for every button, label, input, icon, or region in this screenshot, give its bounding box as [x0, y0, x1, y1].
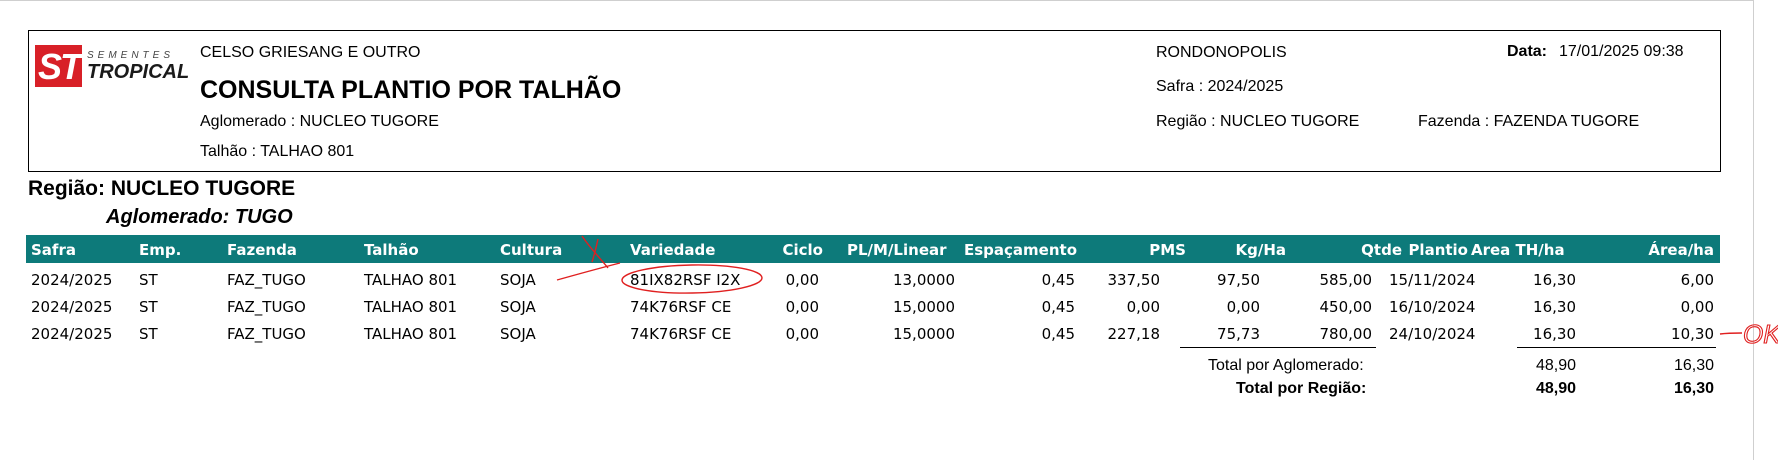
cell-variedade: 81IX82RSF I2X [630, 271, 741, 289]
cell-cultura: SOJA [500, 325, 536, 343]
date-label: Data: [1507, 43, 1548, 60]
col-pms: PMS [1149, 241, 1186, 259]
header-city: RONDONOPOLIS [1156, 44, 1287, 61]
header-safra: Safra : 2024/2025 [1156, 78, 1284, 95]
cell-variedade: 74K76RSF CE [630, 298, 732, 316]
cell-safra: 2024/2025 [31, 298, 113, 316]
totals-divider-right [1517, 347, 1716, 348]
col-kg-ha: Kg/Ha [1235, 241, 1286, 259]
header-aglomerado: Aglomerado : NUCLEO TUGORE [200, 113, 439, 130]
col-variedade: Variedade [630, 241, 716, 259]
report-title: CONSULTA PLANTIO POR TALHÃO [200, 76, 622, 104]
cell-kg-ha: 0,00 [1226, 298, 1260, 316]
cell-kg-ha: 97,50 [1217, 271, 1260, 289]
cell-fazenda: FAZ_TUGO [227, 325, 306, 343]
cell-espacamento: 0,45 [1041, 298, 1075, 316]
col-plantio: Plantio [1408, 241, 1468, 259]
company-name: CELSO GRIESANG E OUTRO [200, 44, 421, 61]
col-ciclo: Ciclo [782, 241, 824, 259]
col-pl-m-linear: PL/M/Linear [847, 241, 947, 259]
cell-plantio: 24/10/2024 [1389, 325, 1476, 343]
cell-kg-ha: 75,73 [1217, 325, 1260, 343]
page-edge-top [0, 0, 1754, 1]
totals-divider-left [1180, 347, 1376, 348]
total-aglomerado-area-th: 48,90 [1535, 357, 1576, 374]
col-talhao: Talhão [364, 241, 419, 259]
total-aglomerado-label: Total por Aglomerado: [1208, 357, 1364, 374]
cell-area-ha: 10,30 [1671, 325, 1714, 343]
cell-area-th-ha: 16,30 [1533, 325, 1576, 343]
cell-safra: 2024/2025 [31, 325, 113, 343]
header-fazenda: Fazenda : FAZENDA TUGORE [1418, 113, 1640, 130]
handwritten-arrow-line [556, 262, 621, 281]
cell-area-th-ha: 16,30 [1533, 271, 1576, 289]
header-talhao: Talhão : TALHAO 801 [200, 143, 355, 160]
cell-pms: 0,00 [1126, 298, 1160, 316]
total-regiao-label: Total por Região: [1236, 380, 1367, 397]
cell-ciclo: 0,00 [785, 271, 819, 289]
cell-qtde: 585,00 [1319, 271, 1373, 289]
cell-talhao: TALHAO 801 [364, 271, 458, 289]
cell-pl-m-linear: 13,0000 [892, 271, 955, 289]
cell-plantio: 16/10/2024 [1389, 298, 1476, 316]
group-aglomerado-heading: Aglomerado: TUGO [106, 206, 293, 228]
cell-area-ha: 6,00 [1680, 271, 1714, 289]
col-safra: Safra [31, 241, 76, 259]
logo-mark-box: ST [35, 45, 82, 87]
cell-pl-m-linear: 15,0000 [892, 298, 955, 316]
cell-ciclo: 0,00 [785, 325, 819, 343]
cell-qtde: 450,00 [1319, 298, 1373, 316]
cell-qtde: 780,00 [1319, 325, 1373, 343]
logo-line-2: TROPICAL [87, 61, 190, 83]
group-regiao-heading: Região: NUCLEO TUGORE [28, 177, 296, 200]
cell-fazenda: FAZ_TUGO [227, 298, 306, 316]
handwritten-ok-mark: OK [1743, 319, 1778, 349]
total-regiao-area: 16,30 [1673, 380, 1714, 397]
company-logo: ST SEMENTES TROPICAL [35, 45, 189, 89]
col-area-ha: Área/ha [1648, 241, 1714, 259]
cell-fazenda: FAZ_TUGO [227, 271, 306, 289]
cell-pms: 337,50 [1107, 271, 1161, 289]
cell-espacamento: 0,45 [1041, 325, 1075, 343]
cell-espacamento: 0,45 [1041, 271, 1075, 289]
col-area-th-ha: Area TH/ha [1471, 241, 1565, 259]
cell-cultura: SOJA [500, 271, 536, 289]
cell-emp: ST [139, 271, 158, 289]
cell-ciclo: 0,00 [785, 298, 819, 316]
cell-talhao: TALHAO 801 [364, 325, 458, 343]
table-header-row: Safra Emp. Fazenda Talhão Cultura Varied… [26, 235, 1720, 263]
handwritten-dash [1719, 332, 1743, 335]
logo-mark: ST [38, 46, 82, 87]
logo-line-1: SEMENTES [87, 50, 175, 61]
col-cultura: Cultura [500, 241, 563, 259]
cell-talhao: TALHAO 801 [364, 298, 458, 316]
cell-variedade: 74K76RSF CE [630, 325, 732, 343]
col-espacamento: Espaçamento [964, 241, 1078, 259]
cell-pms: 227,18 [1107, 325, 1161, 343]
cell-area-th-ha: 16,30 [1533, 298, 1576, 316]
page-edge-right [1753, 0, 1754, 460]
total-aglomerado-area: 16,30 [1673, 357, 1714, 374]
cell-area-ha: 0,00 [1680, 298, 1714, 316]
total-regiao-area-th: 48,90 [1535, 380, 1576, 397]
col-fazenda: Fazenda [227, 241, 297, 259]
cell-plantio: 15/11/2024 [1389, 271, 1476, 289]
cell-safra: 2024/2025 [31, 271, 113, 289]
cell-emp: ST [139, 325, 158, 343]
date-value: 17/01/2025 09:38 [1559, 43, 1684, 60]
header-regiao: Região : NUCLEO TUGORE [1156, 113, 1360, 130]
cell-cultura: SOJA [500, 298, 536, 316]
col-emp: Emp. [139, 241, 182, 259]
cell-pl-m-linear: 15,0000 [892, 325, 955, 343]
cell-emp: ST [139, 298, 158, 316]
